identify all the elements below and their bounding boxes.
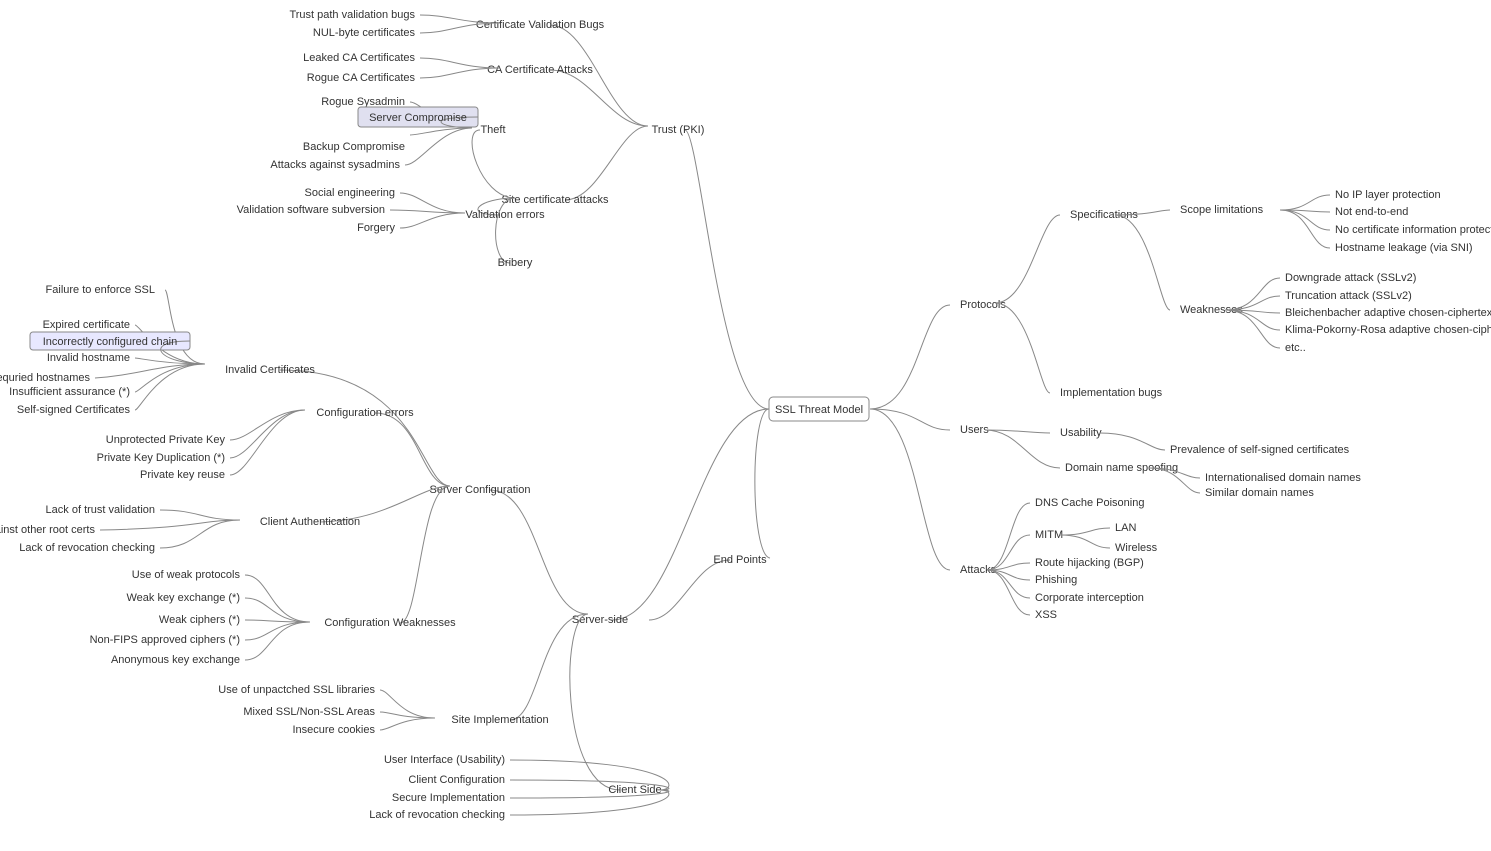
site-impl-label: Site Implementation <box>451 714 548 726</box>
non-fips-ciphers: Non-FIPS approved ciphers (*) <box>90 634 240 646</box>
config-errors-label: Configuration errors <box>316 407 414 419</box>
corporate-interception: Corporate interception <box>1035 592 1144 604</box>
lack-revocation-client: Lack of revocation checking <box>369 809 505 821</box>
unpatched-ssl: Use of unpactched SSL libraries <box>218 684 375 696</box>
users-label: Users <box>960 424 989 436</box>
dns-cache-poisoning: DNS Cache Poisoning <box>1035 497 1144 509</box>
bribery: Bribery <box>498 257 533 269</box>
not-end-to-end: Not end-to-end <box>1335 206 1408 218</box>
nul-byte-certs: NUL-byte certificates <box>313 27 416 39</box>
domain-name-spoofing-label: Domain name spoofing <box>1065 462 1178 474</box>
user-interface: User Interface (Usability) <box>384 754 505 766</box>
theft-label: Theft <box>480 124 505 136</box>
no-ip-protection: No IP layer protection <box>1335 189 1441 201</box>
truncation-attack: Truncation attack (SSLv2) <box>1285 290 1412 302</box>
xss-label: XSS <box>1035 609 1057 621</box>
usability-label: Usability <box>1060 427 1102 439</box>
leaked-ca-certs: Leaked CA Certificates <box>303 52 415 64</box>
rogue-ca-certs: Rogue CA Certificates <box>307 72 416 84</box>
mitm-label: MITM <box>1035 529 1063 541</box>
validation-other-roots: Validation against other root certs <box>0 524 95 536</box>
cert-validation-bugs-label: Certificate Validation Bugs <box>476 19 605 31</box>
lack-trust-validation: Lack of trust validation <box>46 504 155 516</box>
private-key-reuse: Private key reuse <box>140 469 225 481</box>
unprotected-private-key: Unprotected Private Key <box>106 434 226 446</box>
trust-pki-label: Trust (PKI) <box>652 124 705 136</box>
incorrect-chain: Incorrectly configured chain <box>43 336 178 348</box>
forgery: Forgery <box>357 222 395 234</box>
site-cert-attacks-label: Site certificate attacks <box>502 194 609 206</box>
insecure-cookies: Insecure cookies <box>292 724 375 736</box>
bleichenbacher-attack: Bleichenbacher adaptive chosen-ciphertex… <box>1285 307 1491 319</box>
client-auth-label: Client Authentication <box>260 516 360 528</box>
server-side-label: Server-side <box>572 614 628 626</box>
impl-bugs-label: Implementation bugs <box>1060 387 1163 399</box>
private-key-dup: Private Key Duplication (*) <box>97 452 225 464</box>
self-signed-certs: Self-signed Certificates <box>17 404 131 416</box>
protocols-label: Protocols <box>960 299 1006 311</box>
weak-protocols: Use of weak protocols <box>132 569 241 581</box>
downgrade-attack: Downgrade attack (SSLv2) <box>1285 272 1416 284</box>
no-cert-info-protection: No certificate information protection <box>1335 224 1491 236</box>
wireless-label: Wireless <box>1115 542 1158 554</box>
lack-revocation-check: Lack of revocation checking <box>19 542 155 554</box>
server-config-label: Server Configuration <box>430 484 531 496</box>
weak-key-exchange: Weak key exchange (*) <box>126 592 240 604</box>
ca-cert-attacks-label: CA Certificate Attacks <box>487 64 593 76</box>
backup-compromise: Backup Compromise <box>303 141 405 153</box>
rogue-sysadmin: Rogue Sysadmin <box>321 96 405 108</box>
validation-sw-subversion: Validation software subversion <box>237 204 385 216</box>
client-config: Client Configuration <box>408 774 505 786</box>
mixed-ssl: Mixed SSL/Non-SSL Areas <box>243 706 375 718</box>
secure-impl: Secure Implementation <box>392 792 505 804</box>
anon-key-exchange: Anonymous key exchange <box>111 654 240 666</box>
server-compromise: Server Compromise <box>369 112 467 124</box>
phishing: Phishing <box>1035 574 1077 586</box>
social-engineering: Social engineering <box>304 187 395 199</box>
validation-errors-label: Validation errors <box>465 209 545 221</box>
invalid-certs-label: Invalid Certificates <box>225 364 315 376</box>
weak-ciphers: Weak ciphers (*) <box>159 614 240 626</box>
end-points-label: End Points <box>713 554 767 566</box>
scope-limitations-label: Scope limitations <box>1180 204 1264 216</box>
mindmap-svg: SSL Threat Model Server-side Server Conf… <box>0 0 1491 848</box>
prevalence-self-signed: Prevalence of self-signed certificates <box>1170 444 1350 456</box>
similar-domain-names: Similar domain names <box>1205 487 1314 499</box>
attacks-sysadmins: Attacks against sysadmins <box>270 159 400 171</box>
expired-cert: Expired certificate <box>43 319 130 331</box>
lan-label: LAN <box>1115 522 1136 534</box>
hostname-leakage: Hostname leakage (via SNI) <box>1335 242 1473 254</box>
intl-domain-names: Internationalised domain names <box>1205 472 1361 484</box>
route-hijacking: Route hijacking (BGP) <box>1035 557 1144 569</box>
failure-enforce-ssl: Failure to enforce SSL <box>46 284 155 296</box>
not-valid-hostnames: Not valid for all requried hostnames <box>0 372 90 384</box>
etc-weaknesses: etc.. <box>1285 342 1306 354</box>
trust-path-bugs: Trust path validation bugs <box>289 9 415 21</box>
config-weaknesses-label: Configuration Weaknesses <box>324 617 456 629</box>
invalid-hostname: Invalid hostname <box>47 352 130 364</box>
center-node-label: SSL Threat Model <box>775 404 863 416</box>
klima-attack: Klima-Pokorny-Rosa adaptive chosen-ciphe… <box>1285 324 1491 336</box>
insufficient-assurance: Insufficient assurance (*) <box>9 386 130 398</box>
